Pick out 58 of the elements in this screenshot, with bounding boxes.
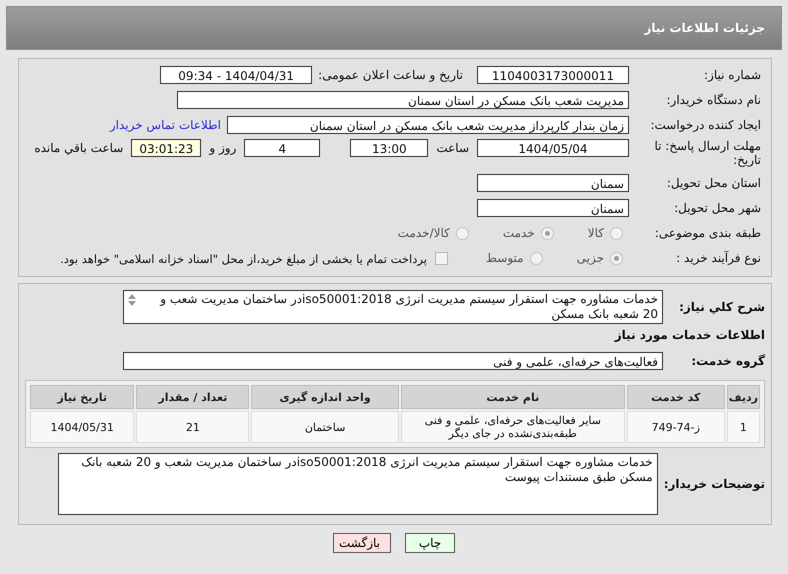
field-label: تاریخ و ساعت اعلان عمومی: <box>318 68 463 82</box>
radio-label: متوسط <box>486 251 524 265</box>
announce-date-field[interactable]: 1404/04/31 - 09:34 <box>160 66 312 84</box>
days-label: روز و <box>208 140 238 155</box>
radio-label: کالا <box>588 226 604 240</box>
radio-label: خدمت <box>502 226 535 240</box>
buyer-contact-link[interactable]: اطلاعات تماس خریدار <box>110 118 221 132</box>
need-number-field[interactable]: 1104003173000011 <box>477 66 629 84</box>
column-header: تعداد / مقدار <box>136 385 250 409</box>
radio-label: جزیی <box>576 251 604 265</box>
back-button[interactable]: بازگشت <box>333 533 391 553</box>
field-label: مهلت ارسال پاسخ: تا تاریخ: <box>653 139 762 168</box>
radio-button[interactable] <box>540 226 554 240</box>
remaining-label: ساعت باقي مانده <box>33 140 124 155</box>
column-header: ردیف <box>726 385 760 409</box>
scroll-arrows-icon[interactable] <box>127 293 137 307</box>
table-cell: سایر فعالیت‌های حرفه‌ای، علمی و فنی طبقه‌بندی‌نشده در جای دیگر <box>400 411 625 443</box>
deadline-time-field[interactable]: 13:00 <box>350 139 428 157</box>
field-label: گروه خدمت: <box>690 353 765 369</box>
summary-textarea[interactable]: خدمات مشاوره جهت استقرار سیستم مدیریت انرژی iso50001:2018در ساختمان مدیریت شعب و 20 شعبه بانک مسکن <box>123 290 663 324</box>
table-cell: 1 <box>726 411 760 443</box>
radio-button[interactable] <box>530 252 543 264</box>
table-cell: ساختمان <box>251 411 399 443</box>
section-title: اطلاعات خدمات مورد نیاز <box>613 328 765 342</box>
payment-note: پرداخت تمام یا بخشی از مبلغ خرید،از محل "اسناد خزانه اسلامی" خواهد بود. <box>59 251 428 266</box>
page-title: جزئیات اطلاعات نیاز <box>644 21 765 35</box>
buyer-name-field[interactable]: مدیریت شعب بانک مسکن در استان سمنان <box>177 91 629 109</box>
remaining-time-field: 03:01:23 <box>131 139 202 157</box>
province-field[interactable]: سمنان <box>477 174 629 192</box>
table-cell: 21 <box>136 411 250 443</box>
time-label: ساعت <box>435 140 470 155</box>
table-cell: 1404/05/31 <box>30 411 134 443</box>
field-label: شهر محل تحویل: <box>673 200 762 216</box>
city-field[interactable]: سمنان <box>477 199 629 217</box>
column-header: کد خدمت <box>626 385 725 409</box>
column-header: نام خدمت <box>400 385 625 409</box>
field-label: نام دستگاه خریدار: <box>666 92 762 108</box>
service-group-field[interactable]: فعالیت‌های حرفه‌ای، علمی و فنی <box>123 352 663 370</box>
print-button[interactable]: چاپ <box>405 533 455 553</box>
radio-label: کالا/خدمت <box>398 226 450 240</box>
column-header: تاریخ نیاز <box>30 385 134 409</box>
table-cell: ز-74-749 <box>626 411 725 443</box>
field-label: شماره نیاز: <box>703 68 762 82</box>
buyer-notes-textarea[interactable]: خدمات مشاوره جهت استقرار سیستم مدیریت انرژی iso50001:2018در ساختمان مدیریت شعب و 20 شعبه بانک مسکن طبق مستندات پیوست <box>58 453 658 515</box>
field-label: ایجاد کننده درخواست: <box>649 118 762 132</box>
creator-field[interactable]: زمان بندار کارپرداز مدیریت شعب بانک مسکن در استان سمنان <box>227 116 629 134</box>
radio-button[interactable] <box>610 252 623 264</box>
column-header: واحد اندازه گیری <box>251 385 399 409</box>
days-field[interactable]: 4 <box>244 139 320 157</box>
checkbox[interactable] <box>434 252 448 264</box>
radio-button[interactable] <box>610 226 623 240</box>
field-label: طبقه بندی موضوعی: <box>654 226 762 240</box>
deadline-date-field[interactable]: 1404/05/04 <box>477 139 629 157</box>
field-label: شرح کلي نياز: <box>678 299 765 315</box>
field-label: نوع فرآیند خرید : <box>675 250 762 266</box>
field-label: توضیحات خریدار: <box>664 476 765 492</box>
field-label: استان محل تحویل: <box>666 176 762 190</box>
radio-button[interactable] <box>456 226 469 240</box>
